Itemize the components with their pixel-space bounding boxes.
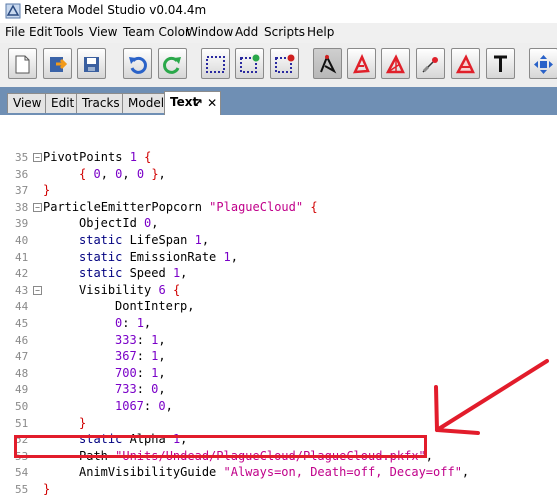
extrude-button[interactable] (416, 48, 445, 79)
tab-text[interactable]: Text ↗ ✕ (164, 91, 222, 115)
redo-button[interactable] (158, 48, 187, 79)
tab-tracks[interactable]: Tracks (76, 93, 126, 113)
tab-edit[interactable]: Edit (45, 93, 81, 113)
scale-vertex-icon (385, 54, 405, 74)
close-tab-icon[interactable]: ↗ ✕ (193, 93, 217, 113)
move-vertex-icon (320, 54, 337, 74)
undo-icon (129, 56, 147, 74)
text-icon (494, 55, 507, 72)
save-button[interactable] (77, 48, 106, 79)
menu-edit[interactable]: Edit (29, 25, 52, 39)
menu-bar: File Edit Tools View Team Color Window A… (0, 23, 557, 43)
save-icon (84, 57, 99, 72)
select-icon (206, 56, 225, 73)
snap-icon (455, 54, 475, 74)
open-file-button[interactable] (43, 48, 72, 79)
new-file-icon (15, 55, 30, 74)
deselect-icon (275, 54, 295, 73)
menu-view[interactable]: View (89, 25, 117, 39)
move-view-icon (534, 55, 553, 74)
undo-button[interactable] (123, 48, 152, 79)
deselect-button[interactable] (270, 48, 299, 79)
snap-button[interactable] (451, 48, 480, 79)
menu-team-color[interactable]: Team Color (123, 25, 190, 39)
tab-model[interactable]: Model (122, 93, 171, 113)
menu-tools[interactable]: Tools (54, 25, 84, 39)
window-title: Retera Model Studio v0.04.4m (24, 3, 207, 17)
move-view-button[interactable] (529, 48, 557, 79)
select-button[interactable] (201, 48, 230, 79)
add-select-icon (240, 54, 260, 73)
menu-window[interactable]: Window (186, 25, 233, 39)
rotate-vertex-button[interactable] (347, 48, 376, 79)
tab-view[interactable]: View (7, 93, 48, 113)
menu-help[interactable]: Help (307, 25, 334, 39)
new-file-button[interactable] (8, 48, 37, 79)
tab-strip: View Edit Tracks Model Text ↗ ✕ (0, 87, 557, 115)
redo-icon (163, 56, 181, 74)
text-button[interactable] (486, 48, 515, 79)
title-bar: Retera Model Studio v0.04.4m (0, 0, 557, 23)
app-icon (5, 3, 21, 19)
rotate-vertex-icon (352, 54, 370, 74)
scale-vertex-button[interactable] (381, 48, 410, 79)
menu-scripts[interactable]: Scripts (264, 25, 305, 39)
menu-file[interactable]: File (5, 25, 25, 39)
open-file-icon (50, 57, 68, 72)
toolbar (0, 43, 557, 88)
extrude-icon (422, 57, 438, 73)
text-editor[interactable]: 35− PivotPoints 1 {36{ 0, 0, 0 }, 37} 38− Pa… (0, 115, 557, 496)
move-vertex-button[interactable] (313, 48, 342, 79)
menu-add[interactable]: Add (235, 25, 258, 39)
annotation-arrow-icon (434, 359, 549, 435)
add-select-button[interactable] (235, 48, 264, 79)
